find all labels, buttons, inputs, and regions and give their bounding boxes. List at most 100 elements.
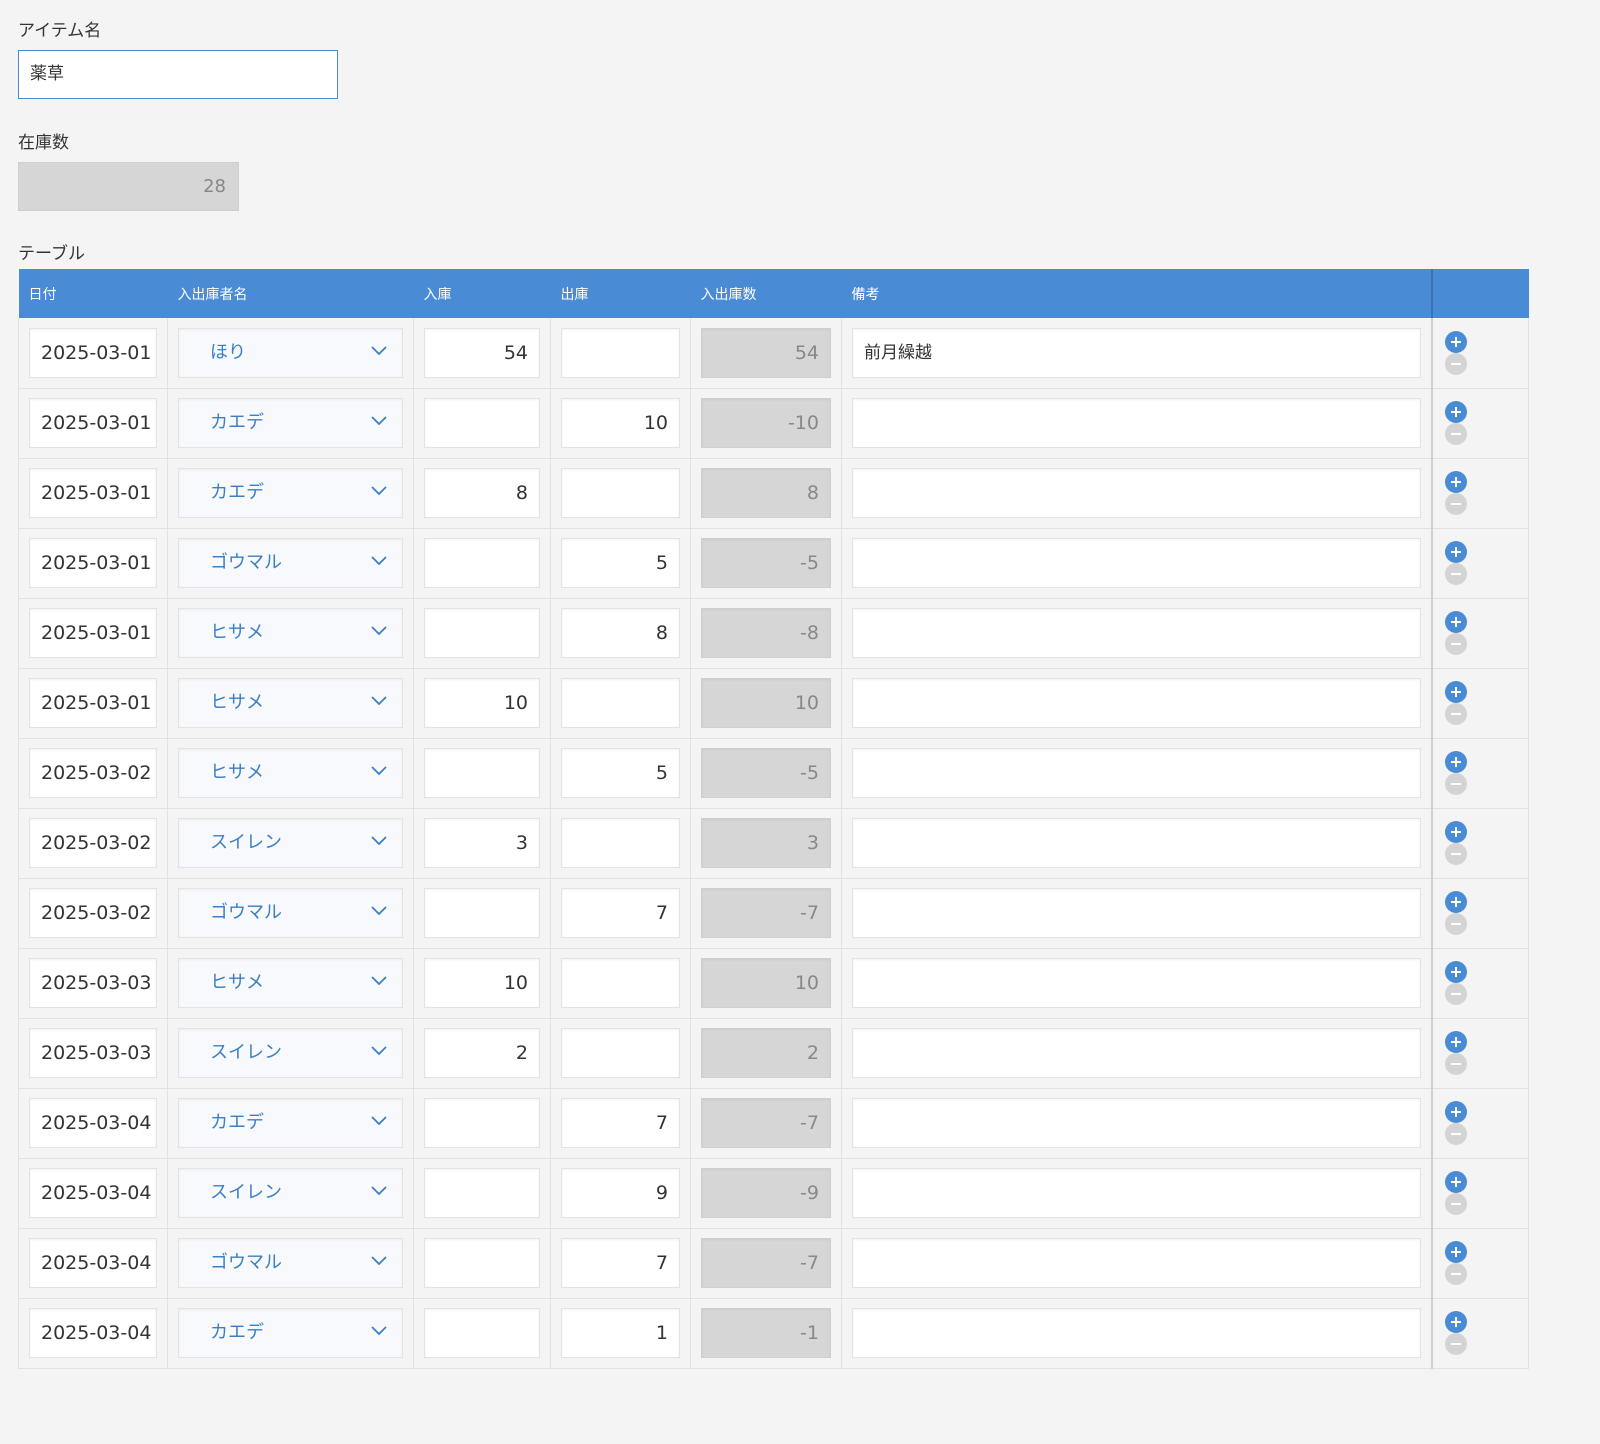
in-quantity-input[interactable]: 3 <box>424 818 540 868</box>
person-dropdown[interactable]: ヒサメ <box>178 748 403 798</box>
person-dropdown[interactable]: カエデ <box>178 1308 403 1358</box>
date-input[interactable]: 2025-03-01 <box>29 608 157 658</box>
out-quantity-input[interactable] <box>561 958 680 1008</box>
in-quantity-input[interactable]: 10 <box>424 958 540 1008</box>
memo-input[interactable] <box>852 468 1421 518</box>
memo-input[interactable] <box>852 1308 1421 1358</box>
date-input[interactable]: 2025-03-02 <box>29 888 157 938</box>
remove-row-icon[interactable] <box>1444 843 1467 865</box>
memo-input[interactable] <box>852 888 1421 938</box>
remove-row-icon[interactable] <box>1444 493 1467 515</box>
person-dropdown[interactable]: カエデ <box>178 468 403 518</box>
memo-input[interactable] <box>852 608 1421 658</box>
out-quantity-input[interactable]: 10 <box>561 398 680 448</box>
item-name-input[interactable]: 薬草 <box>18 50 338 99</box>
out-quantity-input[interactable] <box>561 468 680 518</box>
remove-row-icon[interactable] <box>1444 1263 1467 1285</box>
date-input[interactable]: 2025-03-04 <box>29 1168 157 1218</box>
remove-row-icon[interactable] <box>1444 1193 1467 1215</box>
date-input[interactable]: 2025-03-04 <box>29 1308 157 1358</box>
person-dropdown[interactable]: ヒサメ <box>178 678 403 728</box>
person-dropdown[interactable]: ゴウマル <box>178 538 403 588</box>
person-dropdown[interactable]: カエデ <box>178 1098 403 1148</box>
person-dropdown[interactable]: カエデ <box>178 398 403 448</box>
in-quantity-input[interactable]: 2 <box>424 1028 540 1078</box>
out-quantity-input[interactable]: 7 <box>561 1238 680 1288</box>
in-quantity-input[interactable] <box>424 1308 540 1358</box>
add-row-icon[interactable] <box>1444 471 1467 493</box>
out-quantity-input[interactable] <box>561 678 680 728</box>
remove-row-icon[interactable] <box>1444 1123 1467 1145</box>
date-input[interactable]: 2025-03-03 <box>29 1028 157 1078</box>
date-input[interactable]: 2025-03-01 <box>29 398 157 448</box>
remove-row-icon[interactable] <box>1444 563 1467 585</box>
date-input[interactable]: 2025-03-01 <box>29 468 157 518</box>
add-row-icon[interactable] <box>1444 401 1467 423</box>
remove-row-icon[interactable] <box>1444 773 1467 795</box>
add-row-icon[interactable] <box>1444 681 1467 703</box>
memo-input[interactable]: 前月繰越 <box>852 327 1421 378</box>
out-quantity-input[interactable] <box>561 1028 680 1078</box>
add-row-icon[interactable] <box>1444 961 1467 983</box>
person-dropdown[interactable]: スイレン <box>178 1028 403 1078</box>
add-row-icon[interactable] <box>1444 1241 1467 1263</box>
add-row-icon[interactable] <box>1444 891 1467 913</box>
remove-row-icon[interactable] <box>1444 423 1467 445</box>
person-dropdown[interactable]: ゴウマル <box>178 1238 403 1288</box>
date-input[interactable]: 2025-03-02 <box>29 748 157 798</box>
memo-input[interactable] <box>852 678 1421 728</box>
memo-input[interactable] <box>852 1238 1421 1288</box>
remove-row-icon[interactable] <box>1444 352 1467 375</box>
out-quantity-input[interactable]: 1 <box>561 1308 680 1358</box>
memo-input[interactable] <box>852 538 1421 588</box>
person-dropdown[interactable]: スイレン <box>178 1168 403 1218</box>
memo-input[interactable] <box>852 958 1421 1008</box>
date-input[interactable]: 2025-03-04 <box>29 1238 157 1288</box>
out-quantity-input[interactable]: 7 <box>561 1098 680 1148</box>
out-quantity-input[interactable]: 5 <box>561 748 680 798</box>
out-quantity-input[interactable]: 8 <box>561 608 680 658</box>
remove-row-icon[interactable] <box>1444 1333 1467 1355</box>
add-row-icon[interactable] <box>1444 1171 1467 1193</box>
person-dropdown[interactable]: ヒサメ <box>178 958 403 1008</box>
add-row-icon[interactable] <box>1444 1101 1467 1123</box>
add-row-icon[interactable] <box>1444 1311 1467 1333</box>
remove-row-icon[interactable] <box>1444 913 1467 935</box>
in-quantity-input[interactable] <box>424 1098 540 1148</box>
date-input[interactable]: 2025-03-03 <box>29 958 157 1008</box>
person-dropdown[interactable]: ほり <box>178 327 403 378</box>
person-dropdown[interactable]: ゴウマル <box>178 888 403 938</box>
in-quantity-input[interactable]: 10 <box>424 678 540 728</box>
memo-input[interactable] <box>852 748 1421 798</box>
in-quantity-input[interactable]: 8 <box>424 468 540 518</box>
person-dropdown[interactable]: スイレン <box>178 818 403 868</box>
in-quantity-input[interactable] <box>424 398 540 448</box>
person-dropdown[interactable]: ヒサメ <box>178 608 403 658</box>
in-quantity-input[interactable] <box>424 748 540 798</box>
in-quantity-input[interactable] <box>424 1168 540 1218</box>
out-quantity-input[interactable] <box>561 818 680 868</box>
in-quantity-input[interactable] <box>424 1238 540 1288</box>
add-row-icon[interactable] <box>1444 821 1467 843</box>
date-input[interactable]: 2025-03-02 <box>29 818 157 868</box>
add-row-icon[interactable] <box>1444 611 1467 633</box>
remove-row-icon[interactable] <box>1444 633 1467 655</box>
out-quantity-input[interactable]: 7 <box>561 888 680 938</box>
remove-row-icon[interactable] <box>1444 1053 1467 1075</box>
memo-input[interactable] <box>852 398 1421 448</box>
add-row-icon[interactable] <box>1444 541 1467 563</box>
memo-input[interactable] <box>852 818 1421 868</box>
add-row-icon[interactable] <box>1444 1031 1467 1053</box>
out-quantity-input[interactable]: 9 <box>561 1168 680 1218</box>
remove-row-icon[interactable] <box>1444 703 1467 725</box>
add-row-icon[interactable] <box>1444 330 1467 353</box>
in-quantity-input[interactable] <box>424 538 540 588</box>
memo-input[interactable] <box>852 1028 1421 1078</box>
in-quantity-input[interactable] <box>424 608 540 658</box>
date-input[interactable]: 2025-03-01 <box>29 538 157 588</box>
memo-input[interactable] <box>852 1168 1421 1218</box>
remove-row-icon[interactable] <box>1444 983 1467 1005</box>
date-input[interactable]: 2025-03-01 <box>29 327 157 378</box>
in-quantity-input[interactable]: 54 <box>424 327 540 378</box>
in-quantity-input[interactable] <box>424 888 540 938</box>
